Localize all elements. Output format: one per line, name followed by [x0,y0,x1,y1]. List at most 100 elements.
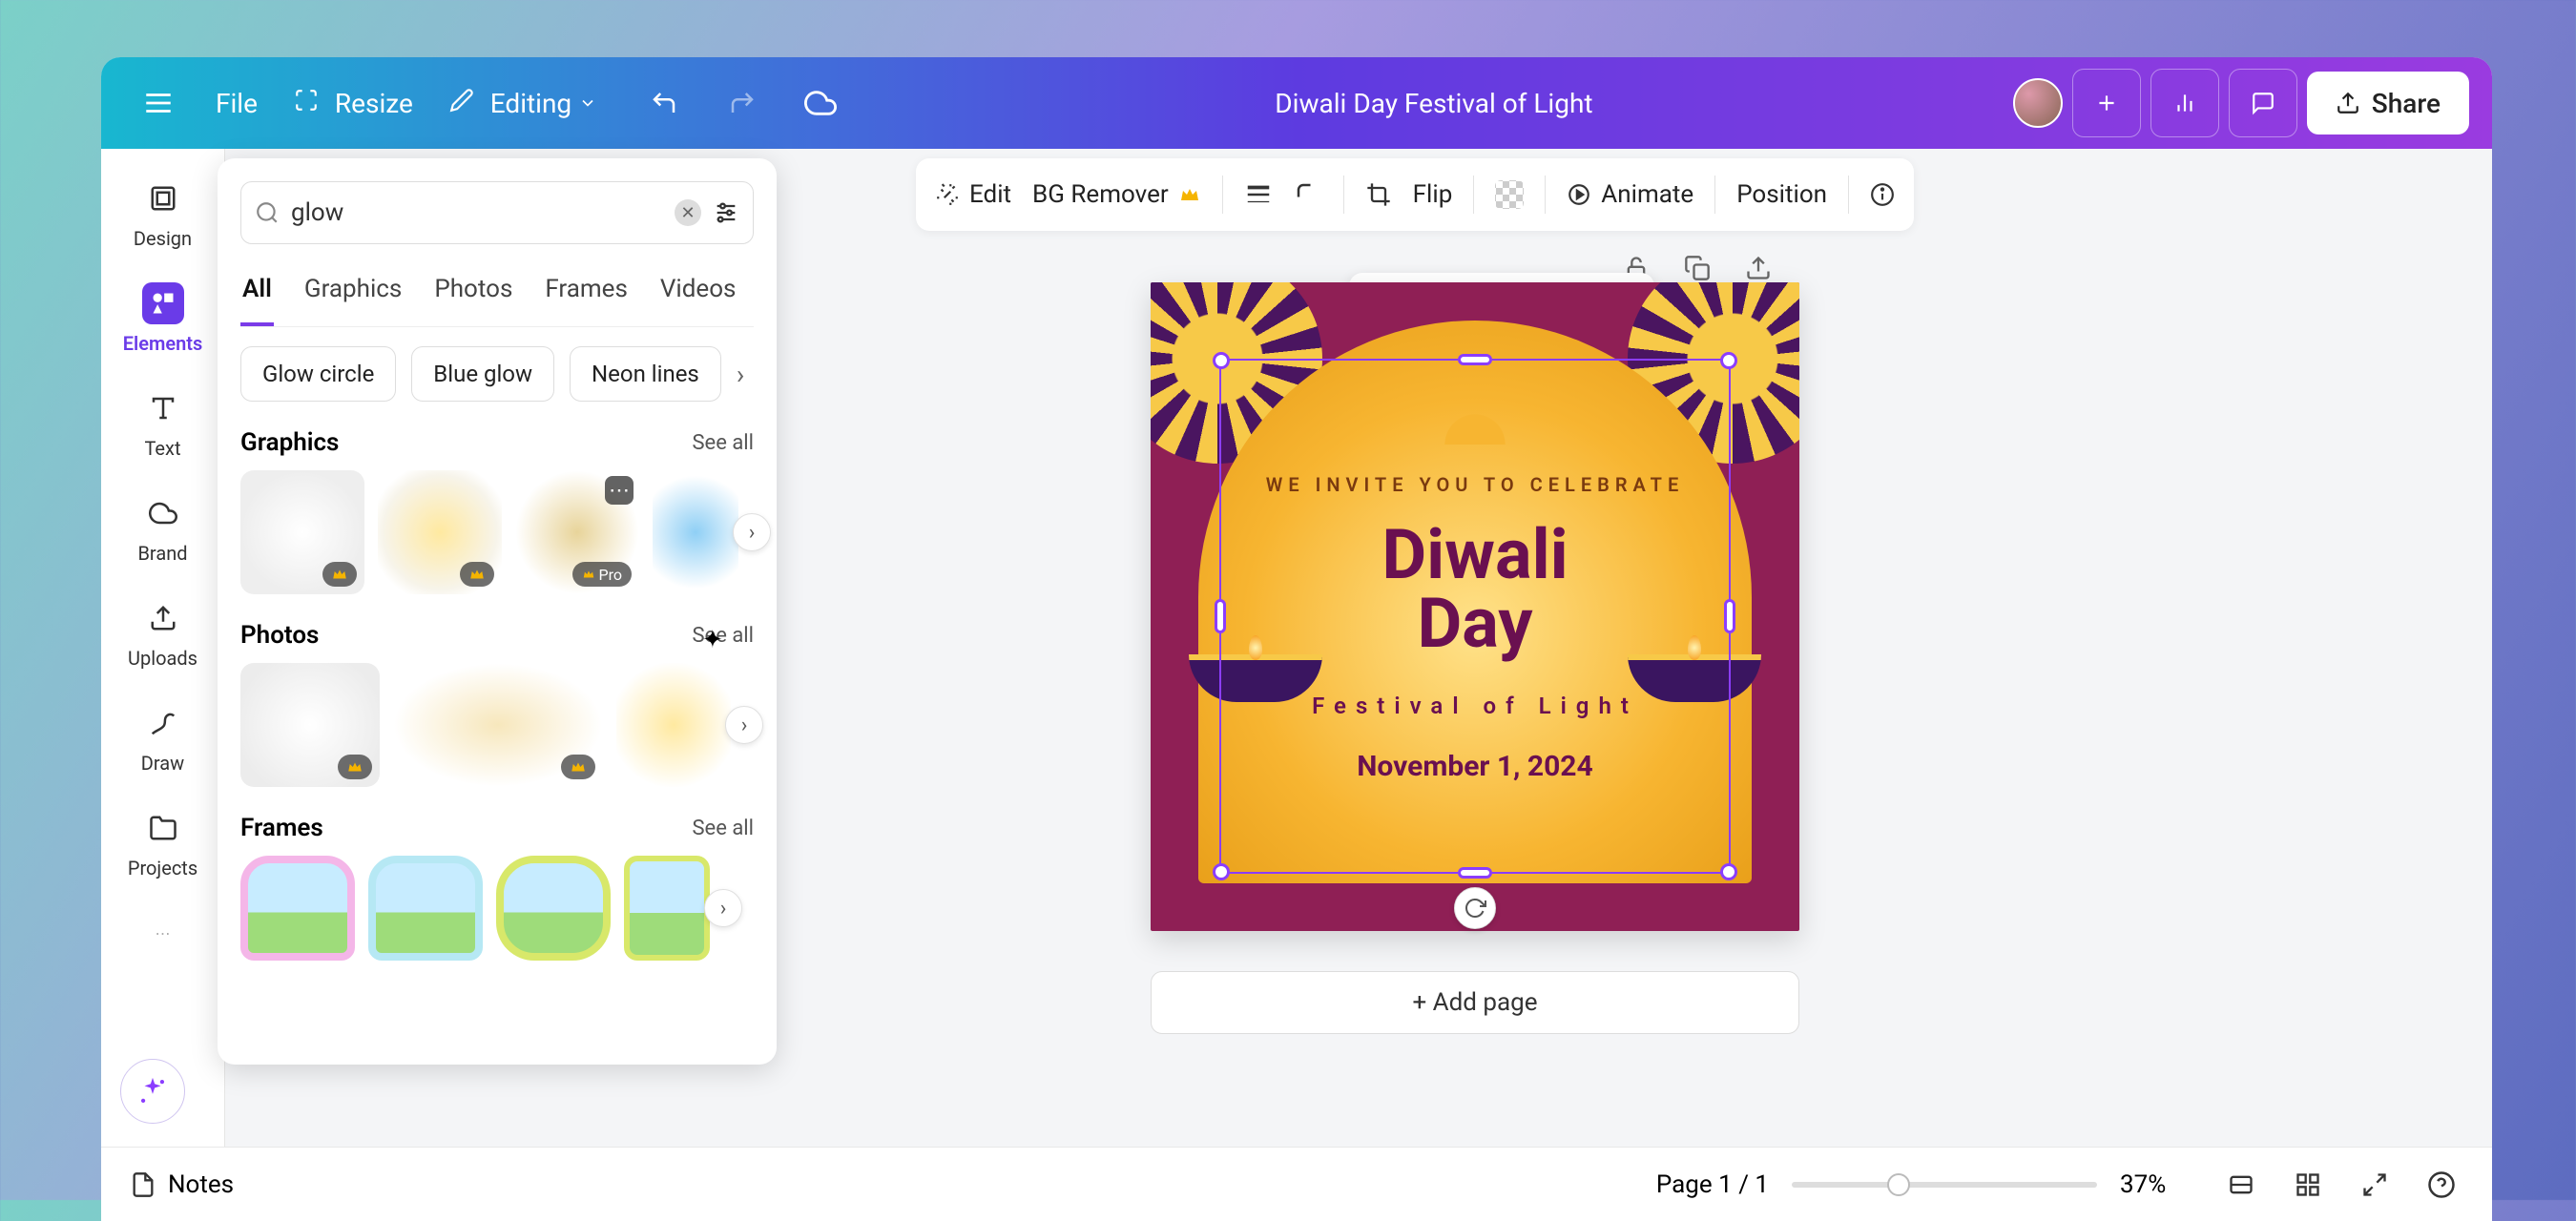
undo-button[interactable] [630,69,698,137]
tab-frames[interactable]: Frames [543,265,630,326]
upload-icon [2336,91,2360,115]
rail-elements[interactable]: Elements [115,282,211,355]
frame-thumb[interactable] [624,856,710,961]
graphic-thumb[interactable] [240,470,364,594]
magic-button[interactable] [120,1059,185,1124]
crown-icon [460,562,494,587]
photo-thumb[interactable] [393,663,603,787]
rail-elements-label: Elements [123,332,203,355]
menu-button[interactable] [124,69,193,137]
separator [1545,176,1546,214]
clear-search-button[interactable]: ✕ [675,199,701,226]
rotate-handle[interactable] [1454,887,1496,929]
info-button[interactable] [1870,182,1895,207]
crown-icon [338,755,372,779]
chip-blue-glow[interactable]: Blue glow [411,346,554,402]
rail-design-label: Design [134,227,192,250]
rail-draw[interactable]: Draw [115,702,211,775]
frame-thumb[interactable] [368,856,483,961]
resize-handle-bl[interactable] [1213,863,1230,880]
notes-button[interactable]: Notes [130,1170,234,1199]
editing-mode-button[interactable]: Editing [436,88,620,119]
bg-remover-button[interactable]: BG Remover [1032,180,1201,209]
search-filters-button[interactable] [713,199,739,226]
line-weight-button[interactable] [1244,180,1273,209]
resize-button[interactable]: Resize [280,88,426,119]
comment-button[interactable] [2229,69,2297,137]
resize-handle-ml[interactable] [1215,599,1226,633]
footer: Notes Page 1 / 1 37% [101,1147,2492,1221]
section-frames-title: Frames [240,814,323,842]
photo-thumb[interactable] [616,663,731,787]
page-indicator[interactable]: Page 1 / 1 [1656,1170,1769,1199]
topbar: File Resize Editing Diwali Day Festival … [101,57,2492,149]
photos-see-all[interactable]: See all [692,624,754,648]
chip-glow-circle[interactable]: Glow circle [240,346,396,402]
rail-more[interactable]: ⋯ [115,912,211,954]
elements-icon [142,282,184,324]
redo-button[interactable] [708,69,777,137]
edit-image-button[interactable]: Edit [935,180,1011,209]
frames-see-all[interactable]: See all [692,817,754,840]
frame-thumb[interactable] [496,856,611,961]
tab-all[interactable]: All [240,265,274,326]
add-page-button[interactable]: + Add page [1151,971,1799,1034]
position-button[interactable]: Position [1736,180,1827,209]
crown-icon [561,755,595,779]
sparkle-icon [136,1075,169,1107]
search-field[interactable]: ✕ [240,181,754,244]
brand-icon [142,492,184,534]
tab-photos[interactable]: Photos [432,265,514,326]
flip-button[interactable]: Flip [1413,180,1453,209]
tab-videos[interactable]: Videos [658,265,738,326]
rail-design[interactable]: Design [115,177,211,250]
selection-box[interactable] [1219,359,1731,874]
chips-scroll-right[interactable]: › [737,359,744,390]
tab-graphics[interactable]: Graphics [302,265,404,326]
user-avatar[interactable] [2013,78,2063,128]
resize-handle-br[interactable] [1720,863,1737,880]
search-input[interactable] [291,198,663,227]
transparency-button[interactable] [1495,180,1524,209]
context-toolbar: Edit BG Remover Flip Animate [916,158,1914,231]
resize-handle-mr[interactable] [1724,599,1735,633]
rail-projects[interactable]: Projects [115,807,211,880]
corner-radius-button[interactable] [1294,180,1322,209]
zoom-slider[interactable] [1792,1182,2097,1188]
cloud-sync-icon[interactable] [786,69,855,137]
share-button[interactable]: Share [2307,72,2469,135]
zoom-slider-knob[interactable] [1887,1173,1910,1196]
photo-thumb[interactable] [240,663,380,787]
pro-badge: Pro [572,562,632,587]
rail-uploads[interactable]: Uploads [115,597,211,670]
chip-neon-lines[interactable]: Neon lines [570,346,721,402]
file-menu[interactable]: File [202,88,271,119]
search-icon [255,200,280,225]
zoom-percent[interactable]: 37% [2120,1170,2196,1199]
crown-icon [322,562,357,587]
frame-thumb[interactable] [240,856,355,961]
rail-brand[interactable]: Brand [115,492,211,565]
crop-button[interactable] [1365,181,1392,208]
document-title[interactable]: Diwali Day Festival of Light [1275,88,1592,119]
resize-handle-tl[interactable] [1213,352,1230,369]
graphic-thumb[interactable] [653,470,738,594]
separator [1473,176,1474,214]
rail-text[interactable]: Text [115,387,211,460]
panel-tabs: All Graphics Photos Frames Videos › [240,265,754,327]
graphic-thumb[interactable]: ⋯ Pro [515,470,639,594]
resize-handle-bm[interactable] [1458,867,1492,879]
resize-handle-tm[interactable] [1458,354,1492,365]
add-collaborator-button[interactable] [2072,69,2141,137]
graphics-scroll-right[interactable]: › [733,513,771,551]
frames-scroll-right[interactable]: › [704,889,742,927]
text-icon [142,387,184,429]
graphics-see-all[interactable]: See all [692,431,754,455]
analytics-button[interactable] [2150,69,2219,137]
photos-scroll-right[interactable]: › [725,706,763,744]
graphic-thumb[interactable] [378,470,502,594]
animate-button[interactable]: Animate [1567,180,1693,209]
edit-image-label: Edit [969,180,1011,209]
thumb-more-button[interactable]: ⋯ [605,476,634,505]
resize-handle-tr[interactable] [1720,352,1737,369]
